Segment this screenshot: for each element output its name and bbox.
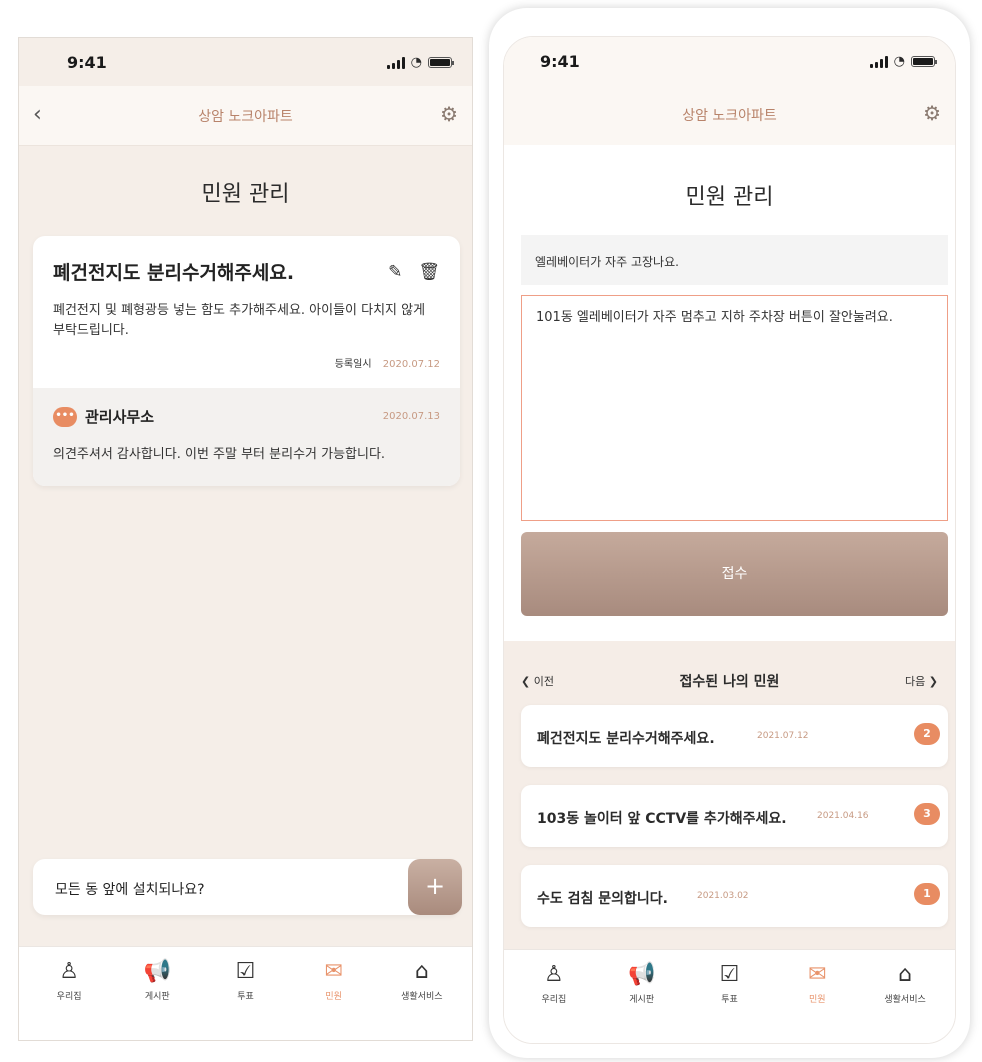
next-button[interactable]: 다음 ❯	[905, 673, 938, 689]
battery-icon	[911, 56, 937, 67]
tab-label: 투표	[237, 992, 254, 1002]
tab-0[interactable]: ♙ 우리집	[29, 957, 109, 1002]
tab-label: 우리집	[56, 992, 82, 1002]
tab-bar: ♙ 우리집 📢 게시판 ☑ 투표 ✉ 민원 ⌂ 생활서비스	[19, 946, 472, 1040]
complaint-card: 폐건전지도 분리수거해주세요. ✎ 🗑 폐건전지 및 폐형광등 넣는 함도 추가…	[33, 236, 460, 486]
home-service-icon: ⌂	[414, 959, 429, 984]
trash-icon[interactable]: 🗑	[418, 262, 440, 282]
page-title: 민원 관리	[201, 182, 290, 207]
gear-icon[interactable]: ⚙	[923, 101, 941, 125]
tab-label: 투표	[721, 995, 738, 1005]
tab-label: 게시판	[144, 992, 170, 1002]
tab-label: 생활서비스	[884, 995, 926, 1005]
vote-icon: ☑	[235, 959, 256, 984]
mail-icon: ✉	[808, 962, 827, 987]
item-date: 2021.07.12	[757, 731, 809, 741]
nav-title: 상암 노크아파트	[198, 109, 293, 125]
content-textarea[interactable]: 101동 엘레베이터가 자주 멈추고 지하 주차장 버튼이 잘안눌려요.	[521, 295, 948, 521]
complaint-title: 폐건전지도 분리수거해주세요.	[53, 262, 295, 284]
tab-4[interactable]: ⌂ 생활서비스	[865, 960, 945, 1005]
top-nav: ‹ 상암 노크아파트 ⚙	[19, 86, 472, 146]
top-nav: 상암 노크아파트 ⚙	[504, 85, 955, 145]
page-title: 민원 관리	[685, 185, 774, 210]
comment-text: 모든 동 앞에 설치되나요?	[55, 882, 205, 898]
tab-label: 우리집	[541, 995, 567, 1005]
tab-4[interactable]: ⌂ 생활서비스	[382, 957, 462, 1002]
nav-title: 상암 노크아파트	[682, 108, 777, 124]
person-icon: ♙	[544, 962, 564, 987]
signal-icon	[386, 56, 405, 69]
list-item[interactable]: 수도 검침 문의합니다. 2021.03.02 1	[521, 865, 948, 927]
mail-icon: ✉	[324, 959, 343, 984]
tab-2[interactable]: ☑ 투표	[689, 960, 769, 1005]
add-comment-button[interactable]: +	[408, 859, 462, 915]
vote-icon: ☑	[719, 962, 740, 987]
status-bar: 9:41 ◔	[19, 38, 472, 86]
tab-0[interactable]: ♙ 우리집	[514, 960, 594, 1005]
tab-3[interactable]: ✉ 민원	[294, 957, 374, 1002]
edit-icon[interactable]: ✎	[388, 262, 402, 282]
reply-box: ••• 관리사무소 2020.07.13 의견주셔서 감사합니다. 이번 주말 …	[33, 388, 460, 486]
tab-label: 민원	[809, 995, 826, 1005]
wifi-icon: ◔	[410, 55, 422, 70]
item-title: 수도 검침 문의합니다.	[537, 891, 668, 907]
megaphone-icon: 📢	[143, 959, 171, 984]
my-complaints-title: 접수된 나의 민원	[679, 674, 780, 690]
item-title: 103동 놀이터 앞 CCTV를 추가해주세요.	[537, 811, 787, 827]
megaphone-icon: 📢	[627, 962, 656, 987]
wifi-icon: ◔	[893, 54, 905, 69]
complaint-body: 폐건전지 및 폐형광등 넣는 함도 추가해주세요. 아이들이 다치지 않게 부탁…	[53, 303, 426, 338]
tab-label: 민원	[325, 992, 342, 1002]
item-date: 2021.03.02	[697, 891, 749, 901]
subject-input[interactable]: 엘레베이터가 자주 고장나요.	[521, 235, 948, 285]
comment-input[interactable]: 모든 동 앞에 설치되나요? +	[33, 859, 462, 915]
signal-icon	[869, 55, 888, 68]
item-date: 2021.04.16	[817, 811, 869, 821]
chat-bubble-icon: •••	[53, 406, 77, 427]
battery-icon	[428, 57, 454, 68]
reply-count-badge: 3	[914, 803, 940, 825]
tab-2[interactable]: ☑ 투표	[205, 957, 285, 1002]
tab-label: 게시판	[629, 995, 655, 1005]
home-service-icon: ⌂	[898, 962, 913, 987]
status-time: 9:41	[540, 52, 580, 71]
gear-icon[interactable]: ⚙	[440, 102, 458, 126]
tab-bar: ♙ 우리집 📢 게시판 ☑ 투표 ✉ 민원 ⌂ 생활서비스	[504, 949, 955, 1043]
right-screen: 9:41 ◔ 상암 노크아파트 ⚙ 민원 관리 엘레베이터가 자주 고장나요. …	[489, 8, 970, 1058]
prev-button[interactable]: ❮ 이전	[521, 673, 554, 689]
status-bar: 9:41 ◔	[504, 37, 955, 85]
person-icon: ♙	[59, 959, 79, 984]
registered-date: 2020.07.12	[382, 359, 440, 370]
tab-1[interactable]: 📢 게시판	[602, 960, 682, 1005]
reply-date: 2020.07.13	[382, 411, 440, 422]
list-item[interactable]: 103동 놀이터 앞 CCTV를 추가해주세요. 2021.04.16 3	[521, 785, 948, 847]
reply-author: 관리사무소	[85, 408, 155, 426]
tab-3[interactable]: ✉ 민원	[777, 960, 857, 1005]
item-title: 폐건전지도 분리수거해주세요.	[537, 731, 715, 747]
subject-text: 엘레베이터가 자주 고장나요.	[535, 255, 679, 269]
submit-button[interactable]: 접수	[521, 532, 948, 616]
left-screen: 9:41 ◔ ‹ 상암 노크아파트 ⚙ 민원 관리 폐건전지도 분리수거해주세요…	[18, 37, 473, 1041]
reply-body: 의견주셔서 감사합니다. 이번 주말 부터 분리수거 가능합니다.	[53, 447, 386, 462]
reply-count-badge: 2	[914, 723, 940, 745]
list-item[interactable]: 폐건전지도 분리수거해주세요. 2021.07.12 2	[521, 705, 948, 767]
tab-label: 생활서비스	[401, 992, 443, 1002]
status-time: 9:41	[67, 53, 107, 72]
reply-count-badge: 1	[914, 883, 940, 905]
my-complaints-section: ❮ 이전 접수된 나의 민원 다음 ❯ 폐건전지도 분리수거해주세요. 2021…	[504, 641, 955, 961]
registered-label: 등록일시	[334, 359, 372, 370]
tab-1[interactable]: 📢 게시판	[117, 957, 197, 1002]
